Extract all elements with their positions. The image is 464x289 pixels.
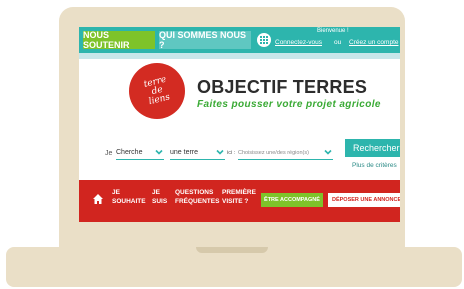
support-button[interactable]: NOUS SOUTENIR — [83, 30, 155, 50]
nav-item-label: QUESTIONS — [175, 189, 214, 196]
welcome-text: Bienvenue ! — [317, 28, 349, 34]
get-support-button[interactable]: ÊTRE ACCOMPAGNÉ — [261, 193, 323, 207]
nav-item-first-visit[interactable]: PREMIÈRE VISITE ? — [222, 188, 256, 206]
login-link[interactable]: Connectez-vous — [275, 39, 322, 46]
region-select[interactable]: Choisissez une/des région(s) — [238, 146, 333, 160]
action-select[interactable]: Cherche — [116, 146, 164, 160]
laptop-base — [6, 247, 462, 287]
region-select-placeholder: Choisissez une/des région(s) — [238, 149, 309, 156]
about-button[interactable]: QUI SOMMES NOUS ? — [159, 30, 251, 50]
grid-icon[interactable] — [257, 33, 271, 47]
object-select-value: une terre — [170, 149, 199, 156]
chevron-down-icon — [216, 149, 224, 155]
nav-item-label: FRÉQUENTES — [175, 198, 220, 205]
object-select[interactable]: une terre — [170, 146, 225, 160]
decorative-stripe — [79, 53, 400, 59]
ici-label: ici : — [227, 150, 236, 156]
create-account-link[interactable]: Créez un compte — [349, 39, 399, 46]
or-text: ou — [334, 39, 342, 46]
search-button[interactable]: Rechercher — [345, 139, 400, 157]
more-criteria-link[interactable]: Plus de critères — [352, 162, 397, 169]
nav-item-faq[interactable]: QUESTIONS FRÉQUENTES — [175, 188, 219, 206]
chevron-down-icon — [324, 149, 332, 155]
nav-item-label: JE — [112, 189, 120, 196]
nav-item-label: PREMIÈRE — [222, 189, 256, 196]
terre-de-liens-logo[interactable]: terre de liens — [129, 63, 185, 119]
main-navigation: JE SOUHAITE JE SUIS QUESTIONS FRÉQUENTES… — [79, 180, 400, 222]
action-select-value: Cherche — [116, 149, 143, 156]
home-icon[interactable] — [92, 193, 104, 205]
chevron-down-icon — [155, 149, 163, 155]
laptop-mockup: NOUS SOUTENIR QUI SOMMES NOUS ? Bienvenu… — [0, 0, 464, 289]
top-bar: NOUS SOUTENIR QUI SOMMES NOUS ? Bienvenu… — [79, 27, 400, 53]
nav-item-je-suis[interactable]: JE SUIS — [152, 188, 167, 206]
website-screen: NOUS SOUTENIR QUI SOMMES NOUS ? Bienvenu… — [79, 27, 400, 222]
site-tagline: Faites pousser votre projet agricole — [197, 99, 381, 110]
site-title: OBJECTIF TERRES — [197, 77, 368, 97]
nav-item-label: JE — [152, 189, 160, 196]
nav-item-label: SOUHAITE — [112, 198, 146, 205]
je-label: Je — [105, 150, 113, 157]
nav-item-label: VISITE ? — [222, 198, 249, 205]
nav-item-je-souhaite[interactable]: JE SOUHAITE — [112, 188, 146, 206]
laptop-notch — [196, 247, 268, 253]
post-ad-button[interactable]: DÉPOSER UNE ANNONCE — [328, 193, 400, 207]
nav-item-label: SUIS — [152, 198, 168, 205]
